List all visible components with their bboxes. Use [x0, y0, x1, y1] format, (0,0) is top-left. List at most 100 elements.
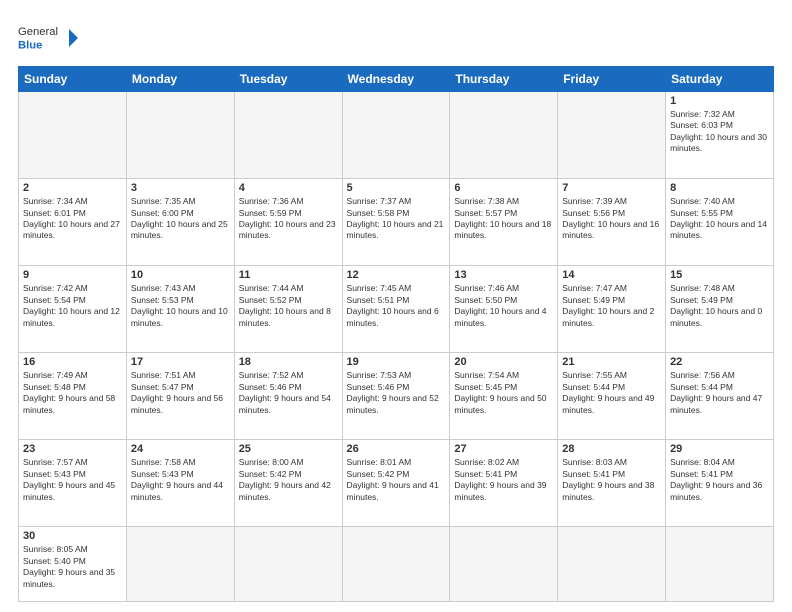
day-number: 5: [347, 182, 446, 194]
weekday-monday: Monday: [126, 67, 234, 92]
day-info: Sunrise: 7:32 AM Sunset: 6:03 PM Dayligh…: [670, 109, 769, 155]
calendar-cell: [342, 92, 450, 179]
day-number: 3: [131, 182, 230, 194]
calendar-cell: 23 Sunrise: 7:57 AM Sunset: 5:43 PM Dayli…: [19, 440, 127, 527]
calendar-cell: 4 Sunrise: 7:36 AM Sunset: 5:59 PM Daylig…: [234, 179, 342, 266]
day-info: Sunrise: 7:47 AM Sunset: 5:49 PM Dayligh…: [562, 283, 661, 329]
calendar-cell: 29Sunrise: 8:04 AM Sunset: 5:41 PM Dayli…: [666, 440, 774, 527]
day-info: Sunrise: 8:03 AM Sunset: 5:41 PM Dayligh…: [562, 457, 661, 503]
calendar-cell: 7Sunrise: 7:39 AM Sunset: 5:56 PM Daylig…: [558, 179, 666, 266]
calendar-cell: [234, 527, 342, 602]
day-number: 15: [670, 269, 769, 281]
day-info: Sunrise: 7:39 AM Sunset: 5:56 PM Dayligh…: [562, 196, 661, 242]
day-number: 6: [454, 182, 553, 194]
day-info: Sunrise: 7:36 AM Sunset: 5:59 PM Dayligh…: [239, 196, 338, 242]
logo: General Blue: [18, 18, 78, 58]
calendar-cell: 17Sunrise: 7:51 AM Sunset: 5:47 PM Dayli…: [126, 353, 234, 440]
calendar-cell: [558, 527, 666, 602]
day-info: Sunrise: 7:38 AM Sunset: 5:57 PM Dayligh…: [454, 196, 553, 242]
calendar-cell: 9 Sunrise: 7:42 AM Sunset: 5:54 PM Daylig…: [19, 266, 127, 353]
calendar-cell: 13Sunrise: 7:46 AM Sunset: 5:50 PM Dayli…: [450, 266, 558, 353]
page-header: General Blue: [18, 18, 774, 58]
weekday-saturday: Saturday: [666, 67, 774, 92]
calendar-cell: 24Sunrise: 7:58 AM Sunset: 5:43 PM Dayli…: [126, 440, 234, 527]
day-number: 1: [670, 95, 769, 107]
calendar-cell: 18 Sunrise: 7:52 AM Sunset: 5:46 PM Dayli…: [234, 353, 342, 440]
day-number: 19: [347, 356, 446, 368]
day-info: Sunrise: 7:45 AM Sunset: 5:51 PM Dayligh…: [347, 283, 446, 329]
calendar-cell: 14 Sunrise: 7:47 AM Sunset: 5:49 PM Dayli…: [558, 266, 666, 353]
day-info: Sunrise: 7:55 AM Sunset: 5:44 PM Dayligh…: [562, 370, 661, 416]
day-info: Sunrise: 8:01 AM Sunset: 5:42 PM Dayligh…: [347, 457, 446, 503]
weekday-header-row: SundayMondayTuesdayWednesdayThursdayFrid…: [19, 67, 774, 92]
calendar-cell: [19, 92, 127, 179]
week-row-3: 16Sunrise: 7:49 AM Sunset: 5:48 PM Dayli…: [19, 353, 774, 440]
day-info: Sunrise: 7:52 AM Sunset: 5:46 PM Dayligh…: [239, 370, 338, 416]
logo-svg: General Blue: [18, 18, 78, 58]
day-number: 13: [454, 269, 553, 281]
week-row-0: 1 Sunrise: 7:32 AM Sunset: 6:03 PM Daylig…: [19, 92, 774, 179]
day-number: 22: [670, 356, 769, 368]
day-info: Sunrise: 8:00 AM Sunset: 5:42 PM Dayligh…: [239, 457, 338, 503]
calendar-cell: 6 Sunrise: 7:38 AM Sunset: 5:57 PM Daylig…: [450, 179, 558, 266]
day-number: 14: [562, 269, 661, 281]
calendar-table: SundayMondayTuesdayWednesdayThursdayFrid…: [18, 66, 774, 602]
day-info: Sunrise: 7:37 AM Sunset: 5:58 PM Dayligh…: [347, 196, 446, 242]
day-number: 17: [131, 356, 230, 368]
day-info: Sunrise: 7:43 AM Sunset: 5:53 PM Dayligh…: [131, 283, 230, 329]
day-number: 20: [454, 356, 553, 368]
calendar-cell: 25 Sunrise: 8:00 AM Sunset: 5:42 PM Dayli…: [234, 440, 342, 527]
weekday-thursday: Thursday: [450, 67, 558, 92]
day-info: Sunrise: 7:44 AM Sunset: 5:52 PM Dayligh…: [239, 283, 338, 329]
calendar-cell: [126, 527, 234, 602]
day-info: Sunrise: 7:53 AM Sunset: 5:46 PM Dayligh…: [347, 370, 446, 416]
day-info: Sunrise: 7:54 AM Sunset: 5:45 PM Dayligh…: [454, 370, 553, 416]
calendar-cell: 10Sunrise: 7:43 AM Sunset: 5:53 PM Dayli…: [126, 266, 234, 353]
weekday-wednesday: Wednesday: [342, 67, 450, 92]
day-info: Sunrise: 7:42 AM Sunset: 5:54 PM Dayligh…: [23, 283, 122, 329]
calendar-cell: 20 Sunrise: 7:54 AM Sunset: 5:45 PM Dayli…: [450, 353, 558, 440]
calendar-cell: 28 Sunrise: 8:03 AM Sunset: 5:41 PM Dayli…: [558, 440, 666, 527]
week-row-1: 2Sunrise: 7:34 AM Sunset: 6:01 PM Daylig…: [19, 179, 774, 266]
calendar-cell: 11Sunrise: 7:44 AM Sunset: 5:52 PM Dayli…: [234, 266, 342, 353]
calendar-cell: 3Sunrise: 7:35 AM Sunset: 6:00 PM Daylig…: [126, 179, 234, 266]
day-info: Sunrise: 7:57 AM Sunset: 5:43 PM Dayligh…: [23, 457, 122, 503]
day-info: Sunrise: 7:58 AM Sunset: 5:43 PM Dayligh…: [131, 457, 230, 503]
day-info: Sunrise: 8:04 AM Sunset: 5:41 PM Dayligh…: [670, 457, 769, 503]
day-number: 9: [23, 269, 122, 281]
calendar-cell: 27 Sunrise: 8:02 AM Sunset: 5:41 PM Dayli…: [450, 440, 558, 527]
calendar-cell: 30Sunrise: 8:05 AM Sunset: 5:40 PM Dayli…: [19, 527, 127, 602]
calendar-cell: [126, 92, 234, 179]
svg-text:Blue: Blue: [18, 40, 42, 52]
calendar-cell: [450, 527, 558, 602]
day-number: 23: [23, 443, 122, 455]
day-info: Sunrise: 7:48 AM Sunset: 5:49 PM Dayligh…: [670, 283, 769, 329]
calendar-cell: 1 Sunrise: 7:32 AM Sunset: 6:03 PM Daylig…: [666, 92, 774, 179]
calendar-cell: [234, 92, 342, 179]
day-number: 26: [347, 443, 446, 455]
calendar-cell: 22 Sunrise: 7:56 AM Sunset: 5:44 PM Dayli…: [666, 353, 774, 440]
calendar-cell: 2Sunrise: 7:34 AM Sunset: 6:01 PM Daylig…: [19, 179, 127, 266]
week-row-5: 30Sunrise: 8:05 AM Sunset: 5:40 PM Dayli…: [19, 527, 774, 602]
day-number: 2: [23, 182, 122, 194]
week-row-4: 23 Sunrise: 7:57 AM Sunset: 5:43 PM Dayli…: [19, 440, 774, 527]
calendar-cell: [558, 92, 666, 179]
svg-text:General: General: [18, 26, 58, 38]
day-number: 4: [239, 182, 338, 194]
calendar-cell: [342, 527, 450, 602]
calendar-cell: 26 Sunrise: 8:01 AM Sunset: 5:42 PM Dayli…: [342, 440, 450, 527]
day-number: 28: [562, 443, 661, 455]
calendar-cell: [450, 92, 558, 179]
day-info: Sunrise: 7:40 AM Sunset: 5:55 PM Dayligh…: [670, 196, 769, 242]
day-info: Sunrise: 7:49 AM Sunset: 5:48 PM Dayligh…: [23, 370, 122, 416]
day-number: 27: [454, 443, 553, 455]
day-number: 8: [670, 182, 769, 194]
day-number: 21: [562, 356, 661, 368]
day-info: Sunrise: 7:56 AM Sunset: 5:44 PM Dayligh…: [670, 370, 769, 416]
day-number: 30: [23, 530, 122, 542]
day-number: 18: [239, 356, 338, 368]
day-number: 25: [239, 443, 338, 455]
calendar-cell: 8 Sunrise: 7:40 AM Sunset: 5:55 PM Daylig…: [666, 179, 774, 266]
week-row-2: 9 Sunrise: 7:42 AM Sunset: 5:54 PM Daylig…: [19, 266, 774, 353]
day-info: Sunrise: 8:02 AM Sunset: 5:41 PM Dayligh…: [454, 457, 553, 503]
